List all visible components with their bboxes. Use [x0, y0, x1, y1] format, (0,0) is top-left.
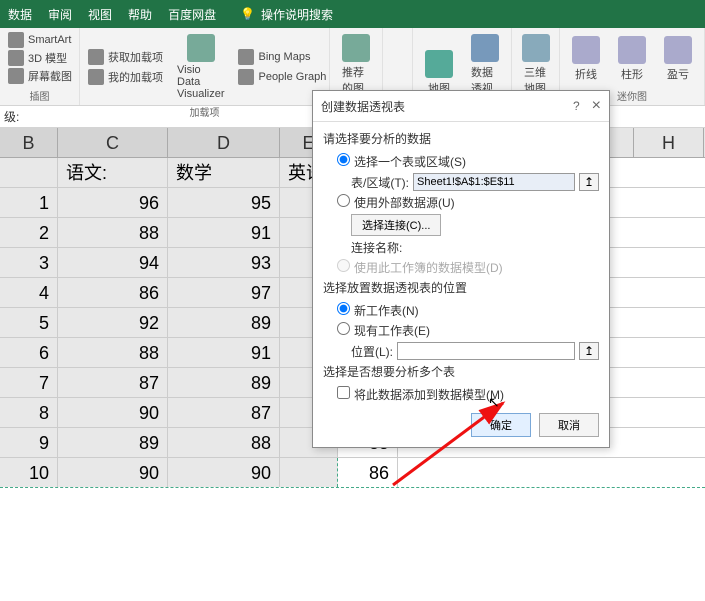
- checkbox-add-model[interactable]: 将此数据添加到数据模型(M): [337, 386, 504, 403]
- cell[interactable]: 9: [0, 428, 58, 457]
- dialog-titlebar[interactable]: 创建数据透视表 ? ×: [313, 91, 609, 122]
- location-picker-button[interactable]: ↥: [579, 342, 599, 360]
- cell[interactable]: 90: [58, 458, 168, 487]
- range-picker-button[interactable]: ↥: [579, 173, 599, 191]
- location-label: 位置(L):: [351, 343, 393, 360]
- smartart-button[interactable]: SmartArt: [8, 32, 71, 48]
- range-label: 表/区域(T):: [351, 174, 409, 191]
- peoplegraph-button[interactable]: People Graph: [238, 69, 326, 85]
- cell[interactable]: 87: [58, 368, 168, 397]
- location-input[interactable]: [397, 342, 575, 360]
- cell[interactable]: 88: [58, 338, 168, 367]
- help-icon[interactable]: ?: [573, 99, 580, 113]
- col-H[interactable]: H: [634, 128, 704, 157]
- bingmaps-button[interactable]: Bing Maps: [238, 49, 326, 65]
- section-placement: 选择放置数据透视表的位置: [323, 279, 599, 296]
- radio-select-range[interactable]: 选择一个表或区域(S): [337, 153, 466, 170]
- menu-data[interactable]: 数据: [8, 6, 32, 23]
- cell[interactable]: 3: [0, 248, 58, 277]
- cell[interactable]: 5: [0, 308, 58, 337]
- search-hint[interactable]: 操作说明搜索: [261, 6, 333, 23]
- range-input[interactable]: [413, 173, 575, 191]
- cell[interactable]: 8: [0, 398, 58, 427]
- cell[interactable]: 91: [168, 338, 280, 367]
- cell[interactable]: 89: [58, 428, 168, 457]
- cell[interactable]: 4: [0, 278, 58, 307]
- close-icon[interactable]: ×: [592, 97, 601, 115]
- my-addins-button[interactable]: 我的加载项: [88, 69, 163, 85]
- 3dmodel-button[interactable]: 3D 模型: [8, 50, 67, 66]
- cell[interactable]: 6: [0, 338, 58, 367]
- 3dmap-button[interactable]: 三维地图: [520, 32, 551, 98]
- radio-existing-sheet[interactable]: 现有工作表(E): [337, 322, 430, 339]
- col-D[interactable]: D: [168, 128, 280, 157]
- cell[interactable]: 93: [168, 248, 280, 277]
- menu-review[interactable]: 审阅: [48, 6, 72, 23]
- hdr-math: 数学: [168, 158, 280, 187]
- radio-data-model[interactable]: 使用此工作簿的数据模型(D): [337, 259, 503, 276]
- radio-new-sheet[interactable]: 新工作表(N): [337, 302, 419, 319]
- cell[interactable]: 91: [168, 218, 280, 247]
- cell[interactable]: 87: [168, 398, 280, 427]
- screenshot-button[interactable]: 屏幕截图: [8, 68, 72, 84]
- choose-connection-button[interactable]: 选择连接(C)...: [351, 214, 441, 236]
- sparkline-column-button[interactable]: 柱形: [614, 34, 650, 84]
- cell[interactable]: 88: [168, 428, 280, 457]
- menu-view[interactable]: 视图: [88, 6, 112, 23]
- cell[interactable]: 7: [0, 368, 58, 397]
- menu-help[interactable]: 帮助: [128, 6, 152, 23]
- cell[interactable]: 90: [168, 458, 280, 487]
- menu-bar: 数据 审阅 视图 帮助 百度网盘 💡 操作说明搜索: [0, 0, 705, 28]
- cell[interactable]: 89: [168, 308, 280, 337]
- sparkline-line-button[interactable]: 折线: [568, 34, 604, 84]
- cell[interactable]: 96: [58, 188, 168, 217]
- hdr-chinese: 语文:: [58, 158, 168, 187]
- cell[interactable]: 89: [168, 368, 280, 397]
- get-addins-button[interactable]: 获取加载项: [88, 49, 163, 65]
- ok-button[interactable]: 确定: [471, 413, 531, 437]
- cell[interactable]: 10: [0, 458, 58, 487]
- group-label-illustrations: 插图: [8, 88, 71, 103]
- visio-button[interactable]: Visio Data Visualizer: [173, 32, 228, 102]
- table-row: 10909086: [0, 458, 705, 488]
- cell[interactable]: 95: [168, 188, 280, 217]
- cell[interactable]: [280, 458, 338, 487]
- section-choose-data: 请选择要分析的数据: [323, 130, 599, 147]
- cell[interactable]: 2: [0, 218, 58, 247]
- cell[interactable]: 88: [58, 218, 168, 247]
- bulb-icon: 💡: [240, 7, 255, 21]
- group-label-addins: 加载项: [88, 104, 321, 119]
- menu-baidu[interactable]: 百度网盘: [168, 6, 216, 23]
- col-B[interactable]: B: [0, 128, 58, 157]
- cell[interactable]: 92: [58, 308, 168, 337]
- cell[interactable]: 97: [168, 278, 280, 307]
- create-pivot-dialog: 创建数据透视表 ? × 请选择要分析的数据 选择一个表或区域(S) 表/区域(T…: [312, 90, 610, 448]
- section-multi-table: 选择是否想要分析多个表: [323, 363, 599, 380]
- col-C[interactable]: C: [58, 128, 168, 157]
- dialog-title: 创建数据透视表: [321, 98, 573, 115]
- cell[interactable]: 86: [58, 278, 168, 307]
- cancel-button[interactable]: 取消: [539, 413, 599, 437]
- sparkline-winloss-button[interactable]: 盈亏: [660, 34, 696, 84]
- cell[interactable]: 86: [338, 458, 398, 487]
- cell[interactable]: 90: [58, 398, 168, 427]
- radio-external-source[interactable]: 使用外部数据源(U): [337, 194, 455, 211]
- level-label: 级:: [4, 108, 19, 125]
- cell[interactable]: 1: [0, 188, 58, 217]
- connection-name-label: 连接名称:: [351, 239, 402, 256]
- cell[interactable]: 94: [58, 248, 168, 277]
